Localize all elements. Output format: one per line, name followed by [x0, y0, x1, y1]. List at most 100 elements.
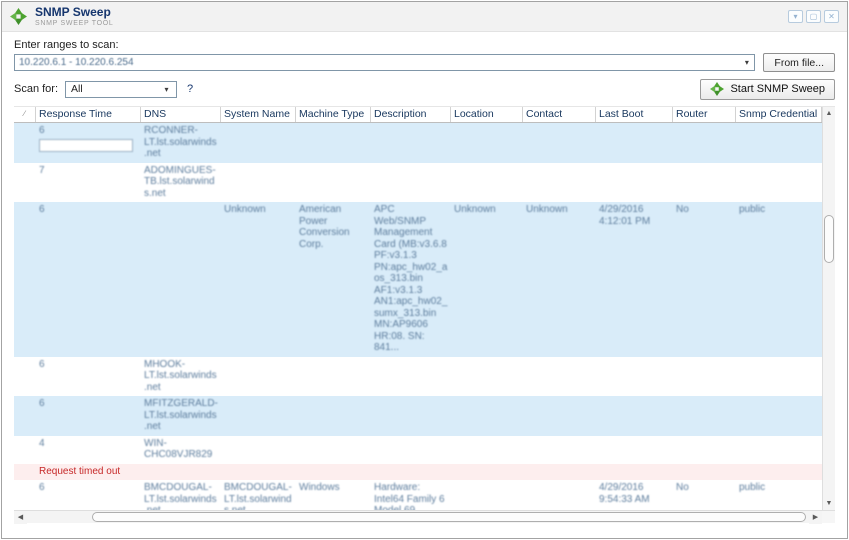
- table-row[interactable]: 6 BMCDOUGAL-LT.lst.solarwinds.netBMCDOUGA…: [14, 480, 822, 510]
- scan-for-select[interactable]: All ▾: [65, 80, 178, 98]
- table-cell: [451, 436, 523, 464]
- table-cell: Windows: [299, 482, 340, 493]
- column-header-snmp-credential[interactable]: Snmp Credential: [736, 107, 822, 122]
- table-cell: APC Web/SNMP Management Card (MB:v3.6.8 …: [374, 204, 448, 353]
- table-cell: [221, 357, 296, 397]
- table-cell: [596, 163, 673, 203]
- table-cell: [523, 357, 596, 397]
- table-row[interactable]: 6 RCONNER-LT.lst.solarwinds.net: [14, 123, 822, 163]
- column-header-last-boot[interactable]: Last Boot: [596, 107, 673, 122]
- table-cell: 4/29/2016 9:54:33 AM: [599, 482, 650, 505]
- table-row[interactable]: 7 ADOMINGUES-TB.lst.solarwinds.net: [14, 162, 822, 203]
- table-cell: 6: [39, 358, 45, 370]
- column-header-response-time[interactable]: Response Time: [36, 107, 141, 122]
- table-cell: [371, 436, 451, 464]
- vertical-scroll-thumb[interactable]: [824, 215, 834, 263]
- table-cell: Unknown: [526, 204, 568, 215]
- table-cell: ADOMINGUES-TB.lst.solarwinds.net: [144, 164, 216, 199]
- table-cell: Request timed out: [39, 465, 121, 477]
- table-cell: [596, 357, 673, 397]
- table-row[interactable]: 6 Unknown American Power Conversion Corp. A…: [14, 202, 822, 357]
- table-cell: [141, 464, 221, 481]
- table-row[interactable]: 6 MFITZGERALD-LT.lst.solarwinds.net: [14, 396, 822, 436]
- vertical-scroll-track[interactable]: [823, 120, 835, 497]
- start-snmp-sweep-button[interactable]: Start SNMP Sweep: [700, 78, 835, 100]
- row-gutter: [14, 123, 36, 163]
- table-cell: BMCDOUGAL-LT.lst.solarwinds.net: [144, 482, 217, 510]
- window-title: SNMP Sweep: [35, 4, 111, 19]
- table-area: ∕ Response Time DNS System Name Machine Typ…: [14, 107, 822, 510]
- table-body: 6 RCONNER-LT.lst.solarwinds.net 7 ADOMINGUE…: [14, 123, 822, 510]
- table-cell: 4: [39, 437, 45, 449]
- scroll-right-icon[interactable]: ▶: [809, 511, 822, 524]
- horizontal-scroll-thumb[interactable]: [92, 512, 806, 522]
- table-cell: [221, 436, 296, 464]
- row-gutter: [14, 480, 36, 510]
- scroll-up-icon[interactable]: ▲: [823, 107, 835, 120]
- table-cell: [673, 464, 736, 481]
- table-cell: [523, 464, 596, 481]
- table-cell: [371, 163, 451, 203]
- maximize-button[interactable]: ▢: [806, 10, 821, 23]
- table-row[interactable]: 4 WIN-CHC08VJR829: [14, 435, 822, 464]
- sort-indicator-icon[interactable]: ∕: [14, 107, 36, 122]
- table-cell: Hardware: Intel64 Family 6 Model 69 Step…: [374, 482, 445, 510]
- table-cell: [673, 396, 736, 436]
- snmp-sweep-window: SNMP Sweep SNMP SWEEP TOOL ▾ ▢ ✕ Enter r…: [1, 1, 848, 539]
- chevron-down-icon[interactable]: ▾: [739, 55, 754, 70]
- table-cell: public: [739, 204, 766, 215]
- row-gutter: [14, 202, 36, 357]
- table-cell: [296, 436, 371, 464]
- table-cell: [371, 123, 451, 163]
- table-cell: [736, 123, 822, 163]
- horizontal-scrollbar[interactable]: ◀ ▶: [14, 510, 822, 524]
- table-cell: [596, 123, 673, 163]
- column-header-machine-type[interactable]: Machine Type: [296, 107, 371, 122]
- table-cell: [371, 357, 451, 397]
- table-cell: [221, 464, 296, 481]
- response-time-editor[interactable]: [39, 138, 133, 152]
- scroll-left-icon[interactable]: ◀: [14, 511, 27, 524]
- ranges-input[interactable]: [15, 55, 740, 70]
- minimize-button[interactable]: ▾: [788, 10, 803, 23]
- close-button[interactable]: ✕: [824, 10, 839, 23]
- table-cell: [523, 123, 596, 163]
- vertical-scrollbar[interactable]: ▲ ▼: [822, 107, 835, 510]
- table-cell: MHOOK-LT.lst.solarwinds.net: [144, 358, 217, 393]
- table-cell: [296, 357, 371, 397]
- table-cell: [451, 123, 523, 163]
- table-cell: [451, 464, 523, 481]
- scan-for-value: All: [71, 83, 83, 95]
- row-gutter: [14, 464, 36, 481]
- table-cell: No: [676, 204, 689, 215]
- snmp-sweep-app-icon: [10, 8, 27, 25]
- column-header-system-name[interactable]: System Name: [221, 107, 296, 122]
- column-header-location[interactable]: Location: [451, 107, 523, 122]
- column-header-contact[interactable]: Contact: [523, 107, 596, 122]
- table-cell: [523, 436, 596, 464]
- table-row[interactable]: Request timed out: [14, 463, 822, 481]
- table-cell: [221, 163, 296, 203]
- table-cell: [523, 480, 596, 510]
- column-header-description[interactable]: Description: [371, 107, 451, 122]
- table-cell: [523, 163, 596, 203]
- help-link[interactable]: ?: [187, 83, 193, 95]
- row-gutter: [14, 163, 36, 203]
- table-cell: [296, 123, 371, 163]
- window-subtitle: SNMP SWEEP TOOL: [35, 19, 114, 27]
- table-header: ∕ Response Time DNS System Name Machine Typ…: [14, 107, 822, 123]
- horizontal-scroll-track[interactable]: [27, 511, 809, 523]
- table-cell: WIN-CHC08VJR829: [144, 437, 213, 461]
- table-cell: American Power Conversion Corp.: [299, 204, 350, 250]
- window-controls: ▾ ▢ ✕: [788, 10, 839, 23]
- from-file-button[interactable]: From file...: [763, 53, 835, 72]
- table-row[interactable]: 6 MHOOK-LT.lst.solarwinds.net: [14, 356, 822, 397]
- table-cell: [736, 436, 822, 464]
- table-cell: 6: [39, 482, 45, 493]
- table-cell: [221, 123, 296, 163]
- row-gutter: [14, 396, 36, 436]
- column-header-dns[interactable]: DNS: [141, 107, 221, 122]
- scroll-down-icon[interactable]: ▼: [823, 497, 835, 510]
- column-header-router[interactable]: Router: [673, 107, 736, 122]
- ranges-row: ▾ From file...: [14, 53, 835, 72]
